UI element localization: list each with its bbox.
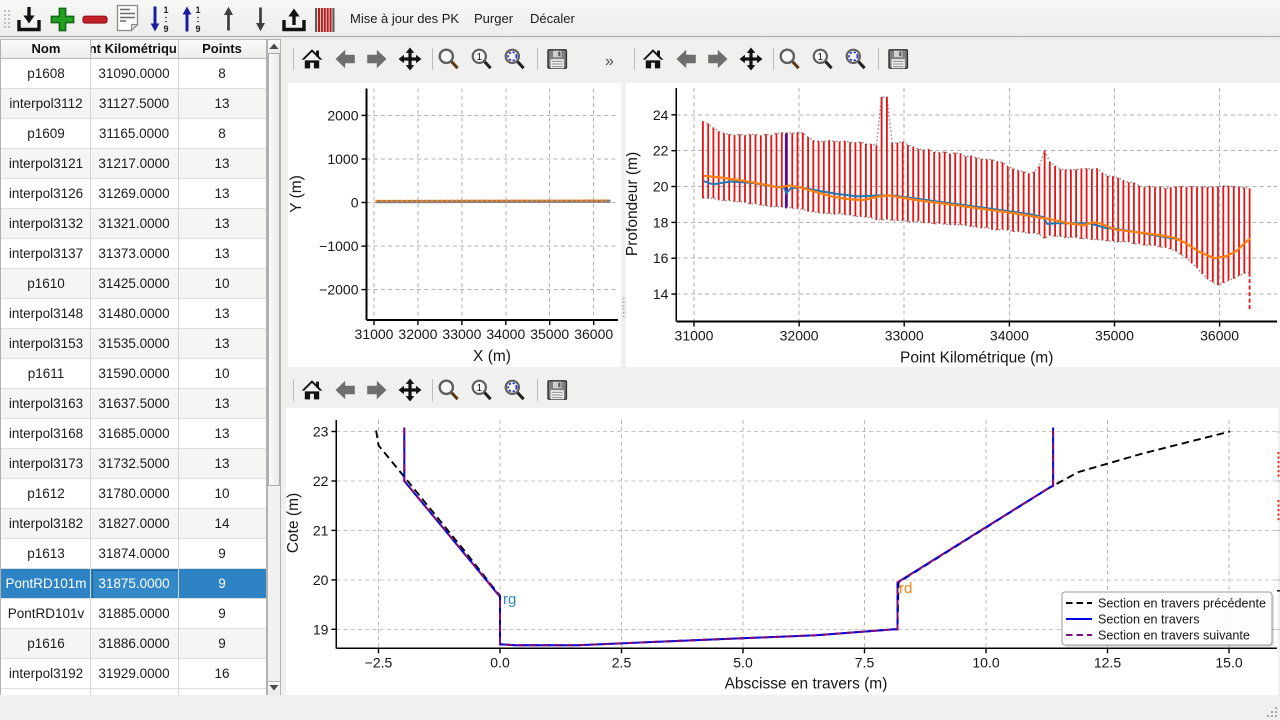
svg-text:−2.5: −2.5 xyxy=(365,654,393,670)
svg-text:18: 18 xyxy=(653,214,669,230)
svg-text:34000: 34000 xyxy=(990,328,1029,344)
svg-text:Y (m): Y (m) xyxy=(288,175,305,213)
svg-text:Profondeur (m): Profondeur (m) xyxy=(626,152,641,256)
svg-text:Section en travers précédente: Section en travers précédente xyxy=(1098,597,1266,611)
svg-text:24: 24 xyxy=(653,107,669,123)
svg-text:21: 21 xyxy=(313,522,329,538)
svg-text:34000: 34000 xyxy=(486,326,525,342)
svg-text:−2000: −2000 xyxy=(319,282,359,298)
svg-text:33000: 33000 xyxy=(885,328,924,344)
svg-text:12.5: 12.5 xyxy=(1094,654,1121,670)
svg-text:Point Kilométrique (m): Point Kilométrique (m) xyxy=(900,350,1053,367)
svg-text:7.5: 7.5 xyxy=(855,654,875,670)
svg-text:15.0: 15.0 xyxy=(1215,654,1242,670)
svg-text:2.5: 2.5 xyxy=(612,654,632,670)
svg-text:32000: 32000 xyxy=(780,328,819,344)
svg-text:1: 1 xyxy=(477,383,483,394)
svg-text:32000: 32000 xyxy=(398,326,437,342)
svg-text:36000: 36000 xyxy=(574,326,613,342)
svg-text:1: 1 xyxy=(477,52,483,63)
svg-text:1: 1 xyxy=(163,5,168,15)
svg-text:0.0: 0.0 xyxy=(490,654,510,670)
svg-text:33000: 33000 xyxy=(442,326,481,342)
svg-text:35000: 35000 xyxy=(1095,328,1134,344)
svg-text:0: 0 xyxy=(351,195,359,211)
svg-text:Cote (m): Cote (m) xyxy=(286,493,302,553)
svg-text:14: 14 xyxy=(653,286,669,302)
svg-text:9: 9 xyxy=(163,24,168,34)
svg-text:Section en travers: Section en travers xyxy=(1098,613,1200,627)
svg-text:31000: 31000 xyxy=(675,328,714,344)
svg-text:20: 20 xyxy=(653,179,669,195)
svg-text:rd: rd xyxy=(899,580,912,597)
svg-text:22: 22 xyxy=(653,143,669,159)
svg-text:5.0: 5.0 xyxy=(733,654,753,670)
svg-text:Abscisse en travers (m): Abscisse en travers (m) xyxy=(725,675,888,692)
svg-text:20: 20 xyxy=(313,572,329,588)
svg-text:1000: 1000 xyxy=(327,151,358,167)
svg-text:1: 1 xyxy=(818,52,824,63)
svg-text:1: 1 xyxy=(195,5,200,15)
svg-text:16: 16 xyxy=(653,250,669,266)
svg-text:Section en travers suivante: Section en travers suivante xyxy=(1098,629,1250,643)
svg-text:23: 23 xyxy=(313,424,329,440)
svg-text:19: 19 xyxy=(313,621,329,637)
svg-text:9: 9 xyxy=(195,24,200,34)
svg-text:35000: 35000 xyxy=(530,326,569,342)
svg-text:−1000: −1000 xyxy=(319,238,359,254)
svg-text:22: 22 xyxy=(313,473,329,489)
svg-text:31000: 31000 xyxy=(355,326,394,342)
svg-text:10.0: 10.0 xyxy=(972,654,999,670)
svg-text:2000: 2000 xyxy=(327,107,358,123)
svg-text:X (m): X (m) xyxy=(473,348,511,365)
svg-text:36000: 36000 xyxy=(1200,328,1239,344)
svg-text:rg: rg xyxy=(503,591,516,608)
